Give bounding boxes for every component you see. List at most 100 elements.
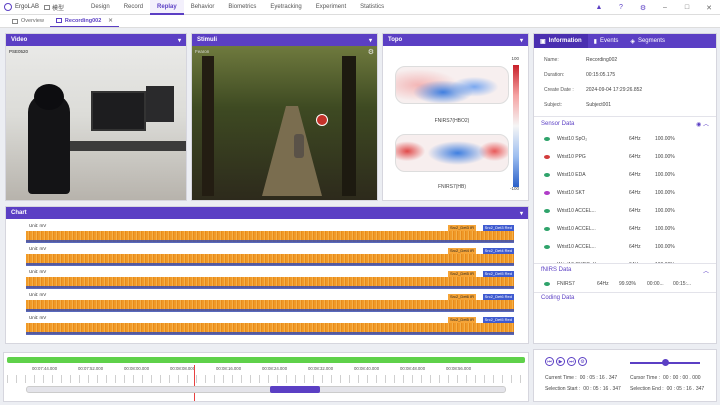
volume-slider-knob[interactable] (662, 359, 669, 366)
video-panel: Video ▾ PSE0520 (5, 33, 187, 201)
signal-trace-secondary (26, 309, 514, 312)
channel-tag-ir[interactable]: Src2_Det6 IR (447, 294, 476, 300)
tab-events[interactable]: ▮ Events (588, 34, 625, 48)
current-time: 00 : 05 : 16 . 347 (579, 375, 618, 381)
playhead[interactable] (194, 365, 195, 401)
skip-back-icon[interactable]: ⏮ (545, 357, 554, 366)
nav-replay[interactable]: Replay (150, 0, 184, 15)
eye-icon[interactable] (544, 137, 550, 141)
settings-icon[interactable]: ⚙ (578, 357, 587, 366)
eye-icon[interactable]: ◉ (696, 122, 701, 128)
fnirs-row[interactable]: FNIRS7 64Hz 99.93% 00:00... 00:15:... (534, 276, 716, 292)
timeline-tick-label: 00:08:48.000 (400, 366, 426, 371)
gaze-marker-icon (316, 114, 328, 126)
help-icon[interactable]: ? (610, 4, 632, 11)
info-row: Subject: Subject001 (544, 101, 612, 108)
channel-tag-ir[interactable]: Src2_Det4 IR (447, 248, 476, 254)
signal-channel[interactable]: Unit: mV Src2_Det4 IR Src2_Det4 Red (26, 246, 514, 269)
skip-forward-icon[interactable]: ⏭ (567, 357, 576, 366)
timeline-tick-label: 00:08:56.000 (446, 366, 472, 371)
fnirs-data-header[interactable]: fNIRS Data ︿ (534, 263, 716, 276)
upload-icon[interactable]: ▲ (588, 4, 610, 11)
chevron-down-icon[interactable]: ▾ (520, 37, 523, 44)
color-scale-bar (513, 65, 519, 187)
minimize-icon[interactable]: – (654, 4, 676, 11)
nav-statistics[interactable]: Statistics (353, 0, 391, 15)
signal-channel[interactable]: Unit: mV Src2_Det5 IR Src2_Det5 Red (26, 315, 514, 338)
desk-shape (56, 141, 186, 151)
sensor-data-header[interactable]: Sensor Data ◉ ︿ (534, 116, 716, 130)
timeline-tick-label: 00:08:08.000 (170, 366, 196, 371)
timeline-scrollbar[interactable] (26, 386, 506, 393)
signal-channel[interactable]: Unit: mV Src2_Det3 IR Src2_Det3 Red (26, 223, 514, 246)
channel-tag-red[interactable]: Src2_Det5 Red (482, 317, 514, 323)
nav-behavior[interactable]: Behavior (184, 0, 222, 15)
scrollbar-thumb[interactable] (270, 386, 320, 393)
chevron-up-icon[interactable]: ︿ (703, 266, 709, 275)
chevron-down-icon[interactable]: ▾ (178, 37, 181, 44)
channel-tag-ir[interactable]: Src2_Det3 IR (447, 225, 476, 231)
sensor-row[interactable]: Wrist10 PPG 64Hz 100.00% (534, 148, 716, 166)
channel-tag-red[interactable]: Src2_Det4 Red (482, 248, 514, 254)
sensor-row[interactable]: Wrist10 GYRO_X64Hz100.00% (534, 256, 716, 263)
sensor-row[interactable]: Wrist10 ACCEL... 64Hz 100.00% (534, 220, 716, 238)
tab-overview[interactable]: Overview (6, 15, 50, 27)
signal-trace-secondary (26, 263, 514, 266)
chevron-down-icon[interactable]: ▾ (520, 210, 523, 217)
workspace-selector[interactable]: 模型 (44, 3, 84, 12)
sensor-row[interactable]: Wrist10 ACCEL... 64Hz 100.00% (534, 202, 716, 220)
eye-icon[interactable] (544, 245, 550, 249)
nav-record[interactable]: Record (117, 0, 150, 15)
tab-recording[interactable]: Recording002 ✕ (49, 15, 119, 27)
stimuli-panel: Stimuli ▾ Fearon ⚙ (191, 33, 378, 201)
video-frame[interactable]: PSE0520 (6, 46, 186, 200)
selection-start: 00 : 05 : 16 . 347 (583, 386, 621, 392)
close-tab-icon[interactable]: ✕ (108, 18, 113, 24)
tab-segments[interactable]: ◈ Segments (624, 34, 671, 48)
sensor-row[interactable]: Wrist10 EDA 64Hz 100.00% (534, 166, 716, 184)
channel-tag-red[interactable]: Src2_Det6 Red (482, 294, 514, 300)
tab-information[interactable]: ▣ Information (534, 34, 588, 48)
timeline-tick-label: 00:07:52.000 (78, 366, 104, 371)
nav-biometrics[interactable]: Biometrics (221, 0, 263, 15)
video-label: PSE0520 (9, 49, 29, 54)
eye-icon[interactable] (544, 209, 550, 213)
nav-eyetracking[interactable]: Eyetracking (263, 0, 308, 15)
channel-tag-ir[interactable]: Src2_Det5 IR (447, 271, 476, 277)
play-icon[interactable]: ▶ (556, 357, 565, 366)
nav-experiment[interactable]: Experiment (309, 0, 353, 15)
settings-gear-icon[interactable]: ⚙ (368, 48, 374, 56)
chevron-up-icon[interactable]: ︿ (703, 122, 709, 128)
gear-icon[interactable]: ⚙ (632, 4, 654, 12)
channel-tag-red[interactable]: Src2_Det3 Red (482, 225, 514, 231)
eye-icon[interactable] (544, 191, 550, 195)
sensor-row[interactable]: Wrist10 SpO₂ 64Hz 100.00% (534, 130, 716, 148)
channel-tag-ir[interactable]: Src2_Det5 IR (447, 317, 476, 323)
chevron-down-icon[interactable]: ▾ (369, 37, 372, 44)
close-icon[interactable]: ✕ (698, 4, 720, 12)
timeline-tick-label: 00:08:00.000 (124, 366, 150, 371)
signal-channel[interactable]: Unit: mV Src2_Det5 IR Src2_Det5 Red (26, 269, 514, 292)
maximize-icon[interactable]: □ (676, 4, 698, 11)
chart-title: Chart (11, 210, 27, 216)
signal-channel[interactable]: Unit: mV Src2_Det6 IR Src2_Det6 Red (26, 292, 514, 315)
channel-tag-red[interactable]: Src2_Det5 Red (482, 271, 514, 277)
eye-icon[interactable] (544, 155, 550, 159)
ergolab-logo-icon (4, 3, 12, 11)
coding-data-header[interactable]: Coding Data (534, 292, 716, 303)
timeline-ruler[interactable] (7, 375, 525, 383)
segments-icon: ◈ (630, 38, 635, 45)
stimuli-frame[interactable]: Fearon ⚙ (192, 46, 377, 200)
sensor-row[interactable]: Wrist10 SKT 64Hz 100.00% (534, 184, 716, 202)
tree-shape (342, 56, 356, 196)
nav-design[interactable]: Design (84, 0, 117, 15)
signal-trace-secondary (26, 332, 514, 335)
eye-icon[interactable] (544, 227, 550, 231)
sensor-row[interactable]: Wrist10 ACCEL... 64Hz 100.00% (534, 238, 716, 256)
eye-icon[interactable] (544, 282, 550, 286)
chart-panel: Chart ▾ Unit: mV Src2_Det3 IR Src2_Det3 Red… (5, 206, 529, 344)
eye-icon[interactable] (544, 173, 550, 177)
cursor-time: 00 : 00 : 00 . 000 (663, 375, 701, 381)
top-nav-bar: ErgoLAB 模型 Design Record Replay Behavior… (0, 0, 720, 15)
folder-icon (44, 4, 50, 10)
